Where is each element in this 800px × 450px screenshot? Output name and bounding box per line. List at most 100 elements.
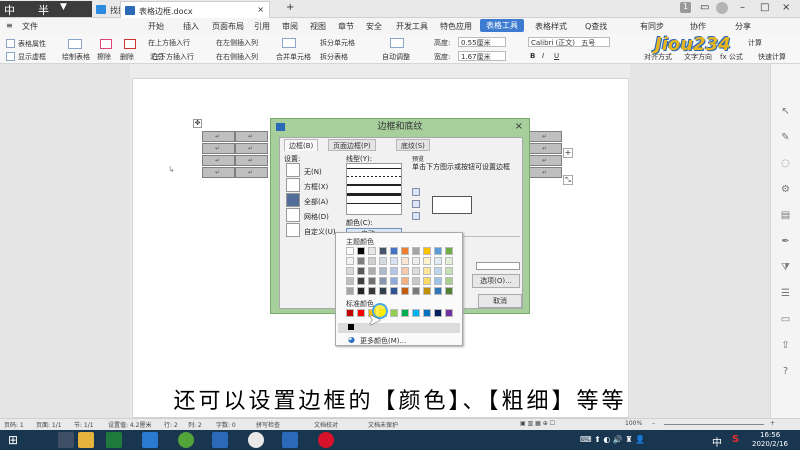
store-icon[interactable] [106, 432, 122, 448]
setting-grid-icon[interactable] [286, 208, 300, 222]
record-icon[interactable] [318, 432, 334, 448]
maximize-icon[interactable]: □ [760, 2, 769, 13]
menu-table-style[interactable]: 表格样式 [535, 21, 567, 32]
notification-badge[interactable]: 1 [680, 2, 691, 13]
insert-right-button[interactable]: 在右侧插入列 [216, 52, 258, 62]
close-window-icon[interactable]: × [782, 2, 790, 13]
menu-table-tools[interactable]: 表格工具 [480, 19, 524, 32]
chrome-icon[interactable] [248, 432, 264, 448]
resize-table-icon[interactable]: ⤡ [563, 175, 573, 185]
line-style-thick[interactable] [347, 193, 401, 196]
menu-sync[interactable]: 有同步 [640, 21, 664, 32]
draw-table-button[interactable]: 绘制表格 [62, 52, 90, 62]
bold-icon[interactable]: B [530, 52, 535, 60]
theme-color-swatch[interactable] [357, 287, 365, 295]
zoom-out-icon[interactable]: – [652, 420, 655, 427]
view-mode-icon[interactable]: ▣ ▥ ▦ ⊕ ☐ [520, 420, 555, 427]
tab-border[interactable]: 边框(B) [284, 139, 319, 151]
ime-indicator[interactable]: 中 半 ▼ [0, 1, 92, 17]
merge-button[interactable]: 合并单元格 [276, 52, 311, 62]
theme-color-swatch[interactable] [412, 247, 420, 255]
menu-layout[interactable]: 页面布局 [212, 21, 244, 32]
theme-color-swatch[interactable] [401, 257, 409, 265]
proofread-button[interactable]: 文档校对 [314, 420, 338, 429]
theme-color-swatch[interactable] [357, 247, 365, 255]
font-name-select[interactable]: Calibri (正文) 五号 [528, 37, 610, 47]
menu-chapter[interactable]: 章节 [338, 21, 354, 32]
more-colors-button[interactable]: 更多颜色(M)... [360, 336, 406, 346]
explorer-icon[interactable] [78, 432, 94, 448]
menu-security[interactable]: 安全 [366, 21, 382, 32]
border-preview[interactable] [432, 196, 472, 214]
table-cell[interactable]: ↵ [235, 167, 268, 178]
setting-box[interactable]: 方框(X) [304, 182, 328, 192]
theme-color-swatch[interactable] [379, 257, 387, 265]
tab-document[interactable]: 表格边框.docx × [120, 1, 270, 18]
theme-color-swatch[interactable] [390, 257, 398, 265]
theme-color-swatch[interactable] [357, 277, 365, 285]
table-cell[interactable]: ↵ [529, 143, 562, 154]
minimize-icon[interactable]: – [740, 2, 745, 13]
menu-view[interactable]: 视图 [310, 21, 326, 32]
theme-color-swatch[interactable] [368, 287, 376, 295]
autofit-button[interactable]: 自动调整 [382, 52, 410, 62]
pointer-icon[interactable]: ↖ [779, 106, 792, 119]
underline-icon[interactable]: U [554, 52, 559, 60]
theme-color-swatch[interactable] [401, 247, 409, 255]
menu-file[interactable]: 文件 [22, 21, 38, 32]
menu-insert[interactable]: 插入 [183, 21, 199, 32]
line-style-medium[interactable] [347, 184, 401, 186]
theme-color-swatch[interactable] [346, 247, 354, 255]
protect-status[interactable]: 文档未保护 [368, 420, 398, 429]
setting-all-icon[interactable] [286, 193, 300, 207]
theme-color-swatch[interactable] [423, 287, 431, 295]
tray-icons[interactable]: ⌨ ⬆ ◐ 🔊 ♜ 👤 [580, 435, 645, 444]
width-input[interactable]: 1.67厘米 [458, 51, 506, 61]
theme-color-swatch[interactable] [412, 257, 420, 265]
theme-color-swatch[interactable] [368, 277, 376, 285]
standard-color-swatch[interactable] [346, 309, 354, 317]
style-icon[interactable]: ✎ [779, 132, 792, 145]
insert-left-button[interactable]: 在左侧插入列 [216, 38, 258, 48]
options-button[interactable]: 选项(O)... [472, 274, 520, 288]
wps-writer-icon[interactable] [212, 432, 228, 448]
theme-color-swatch[interactable] [445, 277, 453, 285]
sogou-input-icon[interactable]: S [732, 434, 739, 445]
theme-color-swatch[interactable] [434, 287, 442, 295]
standard-color-swatch[interactable] [390, 309, 398, 317]
move-table-icon[interactable]: ✥ [193, 119, 202, 128]
theme-color-swatch[interactable] [445, 247, 453, 255]
setting-grid[interactable]: 网格(D) [304, 212, 329, 222]
nav-icon[interactable]: ☰ [779, 288, 792, 301]
standard-color-swatch[interactable] [423, 309, 431, 317]
setting-custom-icon[interactable] [286, 223, 300, 237]
share-icon[interactable]: ⇪ [779, 340, 792, 353]
setting-custom[interactable]: 自定义(U) [304, 227, 336, 237]
cancel-button[interactable]: 取消 [478, 294, 522, 308]
menu-collab[interactable]: 协作 [690, 21, 706, 32]
setting-none[interactable]: 无(N) [304, 167, 322, 177]
theme-color-swatch[interactable] [368, 267, 376, 275]
standard-color-swatch[interactable] [434, 309, 442, 317]
theme-color-swatch[interactable] [423, 267, 431, 275]
pen-icon[interactable]: ✒ [779, 236, 792, 249]
table-cell[interactable]: ↵ [235, 131, 268, 142]
filter-icon[interactable]: ⧩ [779, 262, 792, 275]
cloud-icon[interactable] [142, 432, 158, 448]
standard-color-swatch[interactable] [412, 309, 420, 317]
theme-color-swatch[interactable] [412, 277, 420, 285]
theme-color-swatch[interactable] [346, 287, 354, 295]
theme-color-swatch[interactable] [368, 247, 376, 255]
menu-review[interactable]: 审阅 [282, 21, 298, 32]
theme-color-swatch[interactable] [379, 267, 387, 275]
theme-color-swatch[interactable] [346, 277, 354, 285]
adjust-icon[interactable]: ⚙ [779, 184, 792, 197]
tab-page-border[interactable]: 页面边框(P) [328, 139, 376, 151]
table-cell[interactable]: ↵ [235, 143, 268, 154]
height-input[interactable]: 0.55厘米 [458, 37, 506, 47]
apply-to-select[interactable] [476, 262, 520, 270]
top-border-button[interactable] [412, 188, 420, 196]
table-cell[interactable]: ↵ [529, 155, 562, 166]
line-style-thin[interactable] [347, 168, 401, 169]
windows-start-icon[interactable]: ⊞ [8, 432, 24, 448]
